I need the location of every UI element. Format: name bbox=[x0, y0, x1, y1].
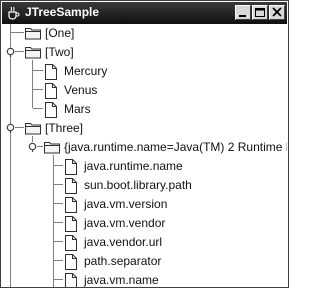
tree-node-label: java.vm.vendor bbox=[84, 216, 166, 230]
collapse-handle-icon[interactable] bbox=[6, 47, 16, 57]
tree-node-label: java.vm.name bbox=[84, 273, 159, 287]
document-icon bbox=[45, 64, 57, 80]
tree-node-label: [Three] bbox=[45, 121, 84, 135]
document-icon bbox=[65, 178, 77, 194]
document-icon bbox=[65, 216, 77, 232]
maximize-icon bbox=[255, 8, 265, 17]
tree-node-label: path.separator bbox=[84, 254, 162, 268]
tree-node-label: java.vendor.url bbox=[84, 235, 163, 249]
title-bar[interactable]: JTreeSample bbox=[2, 2, 287, 24]
tree-view[interactable]: [One] [Two] Mercury Venus Mars [Three] {… bbox=[2, 24, 287, 287]
minimize-button[interactable] bbox=[235, 5, 251, 20]
folder-icon bbox=[44, 142, 60, 154]
maximize-button[interactable] bbox=[252, 5, 268, 20]
document-icon bbox=[65, 273, 77, 287]
java-cup-icon bbox=[8, 6, 20, 20]
tree-node-label: Mars bbox=[64, 102, 91, 116]
tree-node-label: java.vm.version bbox=[84, 197, 168, 211]
document-icon bbox=[45, 83, 57, 99]
tree-node-label: [One] bbox=[45, 26, 75, 40]
collapse-handle-icon[interactable] bbox=[6, 123, 16, 133]
folder-icon bbox=[25, 28, 41, 40]
document-icon bbox=[45, 102, 57, 118]
window-title: JTreeSample bbox=[25, 5, 100, 19]
close-icon bbox=[272, 7, 282, 17]
tree-node-label: {java.runtime.name=Java(TM) 2 Runtime E bbox=[64, 140, 287, 154]
folder-icon bbox=[25, 123, 41, 135]
tree-node-label: Mercury bbox=[64, 64, 108, 78]
minimize-icon bbox=[239, 15, 246, 17]
folder-icon bbox=[25, 47, 41, 59]
document-icon bbox=[65, 159, 77, 175]
tree-node-label: sun.boot.library.path bbox=[84, 178, 192, 192]
tree-node-label: [Two] bbox=[45, 45, 74, 59]
document-icon bbox=[65, 235, 77, 251]
collapse-handle-icon[interactable] bbox=[28, 142, 38, 152]
close-button[interactable] bbox=[269, 5, 285, 20]
document-icon bbox=[65, 197, 77, 213]
app-window: JTreeSample [One] [Two] Mercury Venus Ma… bbox=[0, 0, 289, 288]
tree-node-label: Venus bbox=[64, 83, 98, 97]
document-icon bbox=[65, 254, 77, 270]
tree-node-label: java.runtime.name bbox=[84, 159, 183, 173]
